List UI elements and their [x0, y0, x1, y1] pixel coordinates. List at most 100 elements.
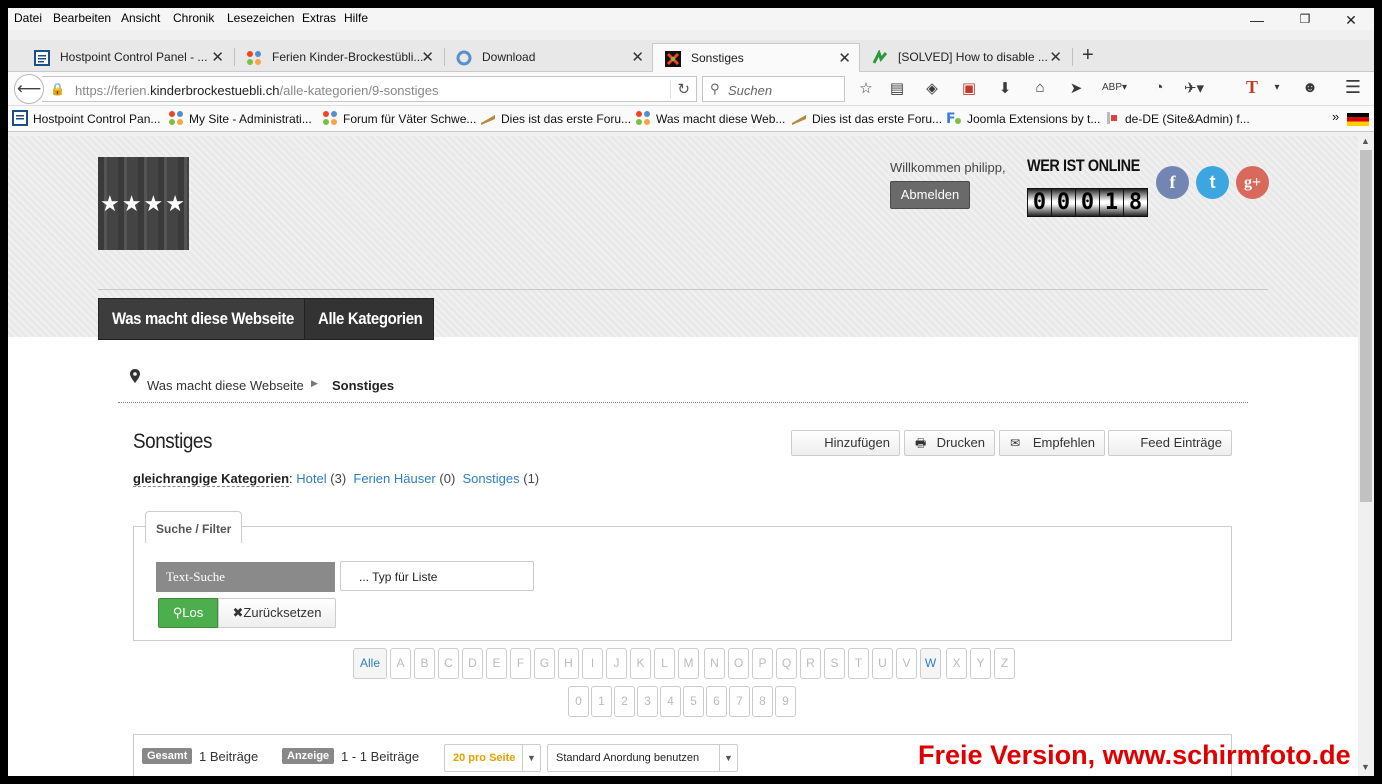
alphabet-button-r[interactable]: R [800, 648, 821, 679]
alphabet-button-o[interactable]: O [728, 648, 749, 679]
alphabet-button-m[interactable]: M [678, 648, 699, 679]
scroll-thumb[interactable] [1360, 150, 1372, 502]
search-box[interactable]: ⚲ Suchen [702, 76, 845, 102]
alphabet-button-e[interactable]: E [486, 648, 507, 679]
alphabet-button-c[interactable]: C [438, 648, 459, 679]
alphabet-button-s[interactable]: S [824, 648, 845, 679]
google-plus-icon[interactable]: g+ [1236, 166, 1269, 199]
reload-icon[interactable]: ↻ [670, 80, 690, 98]
per-page-select[interactable]: 20 pro Seite ▼ [444, 744, 541, 772]
reset-button[interactable]: ✖Zurücksetzen [218, 598, 336, 628]
add-button[interactable]: Hinzufügen [791, 430, 900, 456]
tools-icon[interactable]: ✈▾ [1183, 79, 1205, 99]
back-button[interactable]: ⟵ [14, 74, 44, 104]
alphabet-button-d[interactable]: D [462, 648, 483, 679]
menu-extras[interactable]: Extras [302, 11, 336, 25]
hamburger-menu-icon[interactable]: ☰ [1342, 77, 1364, 97]
scroll-up-icon[interactable]: ▲ [1361, 136, 1370, 146]
digit-button-7[interactable]: 7 [729, 686, 750, 717]
alphabet-button-q[interactable]: Q [776, 648, 797, 679]
bookmark-de-de[interactable]: de-DE (Site&Admin) f... [1104, 110, 1250, 126]
feed-button[interactable]: Feed Einträge [1108, 430, 1232, 456]
menu-datei[interactable]: Datei [14, 11, 42, 25]
close-icon[interactable]: ✕ [211, 48, 224, 66]
bookmark-hostpoint[interactable]: Hostpoint Control Pan... [12, 110, 160, 126]
alphabet-button-p[interactable]: P [752, 648, 773, 679]
menu-hilfe[interactable]: Hilfe [344, 11, 368, 25]
bookmark-forum-vaeter[interactable]: Forum für Väter Schwe... [322, 110, 476, 126]
emoji-icon[interactable]: ☻ [1299, 79, 1321, 99]
close-icon[interactable]: ✕ [631, 48, 644, 66]
facebook-icon[interactable]: f [1156, 166, 1189, 199]
chevron-down-icon[interactable]: ▾ [1266, 82, 1288, 102]
extension-icon[interactable]: ▣ [958, 79, 980, 99]
tab-ferien[interactable]: Ferien Kinder-Brockestübli... ✕ [234, 43, 442, 72]
sibling-link-ferien-haeuser[interactable]: Ferien Häuser [353, 471, 435, 486]
text-search-input[interactable]: ... Typ für Liste [340, 561, 534, 591]
menu-lesezeichen[interactable]: Lesezeichen [227, 11, 294, 25]
digit-button-6[interactable]: 6 [706, 686, 727, 717]
digit-button-3[interactable]: 3 [637, 686, 658, 717]
minimize-button[interactable]: — [1242, 12, 1272, 32]
breadcrumb-home-link[interactable]: Was macht diese Webseite [147, 378, 304, 393]
bookmark-was-macht[interactable]: Was macht diese Web... [635, 110, 785, 126]
alphabet-button-y[interactable]: Y [970, 648, 991, 679]
alphabet-button-t[interactable]: T [848, 648, 869, 679]
search-go-button[interactable]: ⚲Los [158, 598, 218, 628]
reading-list-icon[interactable]: ▤ [886, 79, 908, 99]
digit-button-4[interactable]: 4 [660, 686, 681, 717]
new-tab-button[interactable]: + [1082, 44, 1094, 67]
alphabet-button-w[interactable]: W [920, 648, 941, 679]
site-logo[interactable]: ★★★★ [98, 157, 189, 250]
tab-download[interactable]: Download ✕ [444, 43, 652, 72]
digit-button-8[interactable]: 8 [752, 686, 773, 717]
url-text[interactable]: https://ferien.kinderbrockestuebli.ch/al… [75, 83, 439, 98]
twitter-icon[interactable]: t [1196, 166, 1229, 199]
alphabet-button-k[interactable]: K [630, 648, 651, 679]
scroll-down-icon[interactable]: ▼ [1361, 762, 1370, 772]
url-bar[interactable]: 🔒 https://ferien.kinderbrockestuebli.ch/… [42, 76, 697, 102]
adblock-icon[interactable]: ABP▾ [1102, 82, 1127, 102]
sibling-link-sonstiges[interactable]: Sonstiges [463, 471, 520, 486]
bookmark-erste-forum-1[interactable]: Dies ist das erste Foru... [480, 110, 631, 126]
alphabet-button-f[interactable]: F [510, 648, 531, 679]
page-scrollbar[interactable]: ▲ ▼ [1358, 132, 1374, 776]
alphabet-button-a[interactable]: A [390, 648, 411, 679]
recommend-button[interactable]: ✉ Empfehlen [999, 430, 1105, 456]
alphabet-button-n[interactable]: N [704, 648, 725, 679]
alphabet-button-v[interactable]: V [896, 648, 917, 679]
menu-ansicht[interactable]: Ansicht [121, 11, 160, 25]
close-icon[interactable]: ✕ [1049, 48, 1062, 66]
menu-bearbeiten[interactable]: Bearbeiten [53, 11, 111, 25]
bookmark-erste-forum-2[interactable]: Dies ist das erste Foru... [791, 110, 942, 126]
digit-button-5[interactable]: 5 [683, 686, 704, 717]
alphabet-button-alle[interactable]: Alle [353, 648, 387, 679]
alphabet-button-h[interactable]: H [558, 648, 579, 679]
home-icon[interactable]: ⌂ [1029, 79, 1051, 99]
alphabet-button-z[interactable]: Z [994, 648, 1015, 679]
tab-solved[interactable]: [SOLVED] How to disable ... ✕ [860, 43, 1070, 72]
alphabet-button-g[interactable]: G [534, 648, 555, 679]
bookmark-joomla-ext[interactable]: F Joomla Extensions by t... [946, 110, 1100, 127]
alphabet-button-i[interactable]: I [582, 648, 603, 679]
alphabet-button-u[interactable]: U [872, 648, 893, 679]
alphabet-button-b[interactable]: B [414, 648, 435, 679]
alphabet-button-j[interactable]: J [606, 648, 627, 679]
downloads-icon[interactable]: ⬇ [994, 79, 1016, 99]
nav-was-macht-diese-webseite[interactable]: Was macht diese Webseite [98, 298, 305, 340]
menu-chronik[interactable]: Chronik [173, 11, 214, 25]
ordering-select[interactable]: Standard Anordung benutzen ▼ [547, 744, 738, 772]
sibling-link-hotel[interactable]: Hotel [296, 471, 326, 486]
pocket-icon[interactable]: ◈ [921, 79, 943, 99]
digit-button-2[interactable]: 2 [614, 686, 635, 717]
history-icon[interactable]: ◔ [1148, 79, 1170, 99]
alphabet-button-x[interactable]: X [946, 648, 967, 679]
bookmarks-overflow-button[interactable]: » [1332, 109, 1339, 124]
digit-button-9[interactable]: 9 [775, 686, 796, 717]
digit-button-1[interactable]: 1 [591, 686, 612, 717]
tab-hostpoint[interactable]: Hostpoint Control Panel - ... ✕ [22, 43, 232, 72]
close-icon[interactable]: ✕ [838, 49, 851, 67]
tab-sonstiges[interactable]: Sonstiges ✕ [652, 43, 860, 73]
nav-alle-kategorien[interactable]: Alle Kategorien [304, 298, 434, 340]
logout-button[interactable]: Abmelden [890, 181, 970, 209]
